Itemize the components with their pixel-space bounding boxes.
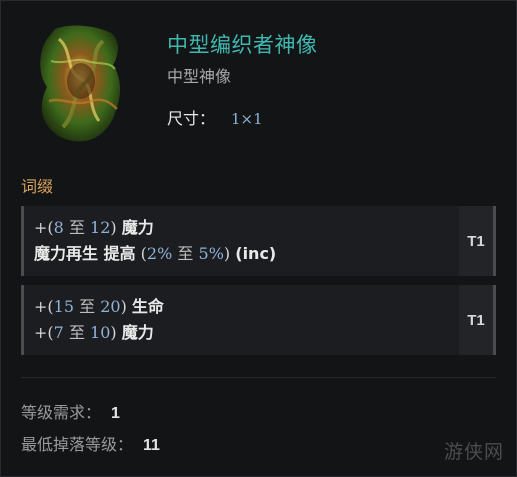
affix-group: +(15 至 20) 生命 +(7 至 10) 魔力 T1 — [21, 285, 496, 355]
woven-idol-icon — [40, 25, 120, 142]
affix-max-value: 20 — [100, 297, 121, 316]
affix-tier-badge: T1 — [459, 206, 493, 276]
size-value: 1×1 — [231, 110, 263, 128]
affix-stat-name: 魔力 — [121, 323, 154, 342]
level-requirement-label: 等级需求： — [21, 403, 102, 422]
item-tooltip-panel: 中型编织者神像 中型神像 尺寸： 1×1 词缀 +(8 至 12) 魔力 魔力再生… — [0, 0, 517, 477]
affix-paren-close: ) — [120, 297, 127, 316]
affix-line: +(15 至 20) 生命 — [34, 294, 164, 320]
affix-max-value: 5% — [198, 244, 224, 263]
drop-level-label: 最低掉落等级： — [21, 435, 134, 454]
affix-range-word: 至 — [68, 218, 85, 237]
affix-stat-name: 魔力 — [121, 218, 154, 237]
level-requirement-row: 等级需求： 1 — [21, 399, 120, 423]
affix-stat-name: 生命 — [131, 297, 164, 316]
affix-range-word: 至 — [79, 297, 96, 316]
affix-line: +(7 至 10) 魔力 — [34, 320, 164, 346]
affix-plus: + — [34, 297, 48, 316]
drop-level-row: 最低掉落等级： 11 — [21, 431, 160, 455]
affix-tier-badge: T1 — [459, 285, 493, 355]
affix-suffix: (inc) — [235, 244, 277, 263]
affix-group: +(8 至 12) 魔力 魔力再生 提高 (2% 至 5%) (inc) T1 — [21, 206, 496, 276]
size-label: 尺寸： — [167, 109, 216, 128]
item-base-type: 中型神像 — [167, 67, 232, 86]
affix-range-word: 至 — [177, 244, 194, 263]
affix-max-value: 10 — [90, 323, 111, 342]
level-requirement-value: 1 — [111, 405, 120, 422]
affix-section-title: 词缀 — [21, 177, 54, 196]
affix-plus: + — [34, 323, 48, 342]
affix-range-word: 至 — [68, 323, 85, 342]
affix-paren-close: ) — [223, 244, 231, 263]
affix-stat-name: 魔力再生 提高 — [34, 244, 136, 263]
site-watermark: 游侠网 — [443, 441, 504, 463]
affix-line: 魔力再生 提高 (2% 至 5%) (inc) — [34, 241, 276, 267]
section-divider — [21, 377, 496, 378]
affix-min-value: 15 — [53, 297, 75, 316]
item-name: 中型编织者神像 — [167, 33, 318, 57]
affix-line: +(8 至 12) 魔力 — [34, 215, 276, 241]
affix-paren-close: ) — [110, 323, 117, 342]
affix-paren-close: ) — [110, 218, 117, 237]
affix-min-value: 8 — [53, 218, 64, 237]
item-size-row: 尺寸： 1×1 — [167, 105, 263, 129]
affix-min-value: 2% — [146, 244, 173, 263]
affix-min-value: 7 — [53, 323, 64, 342]
affix-max-value: 12 — [90, 218, 111, 237]
affix-plus: + — [34, 218, 48, 237]
drop-level-value: 11 — [143, 437, 160, 454]
